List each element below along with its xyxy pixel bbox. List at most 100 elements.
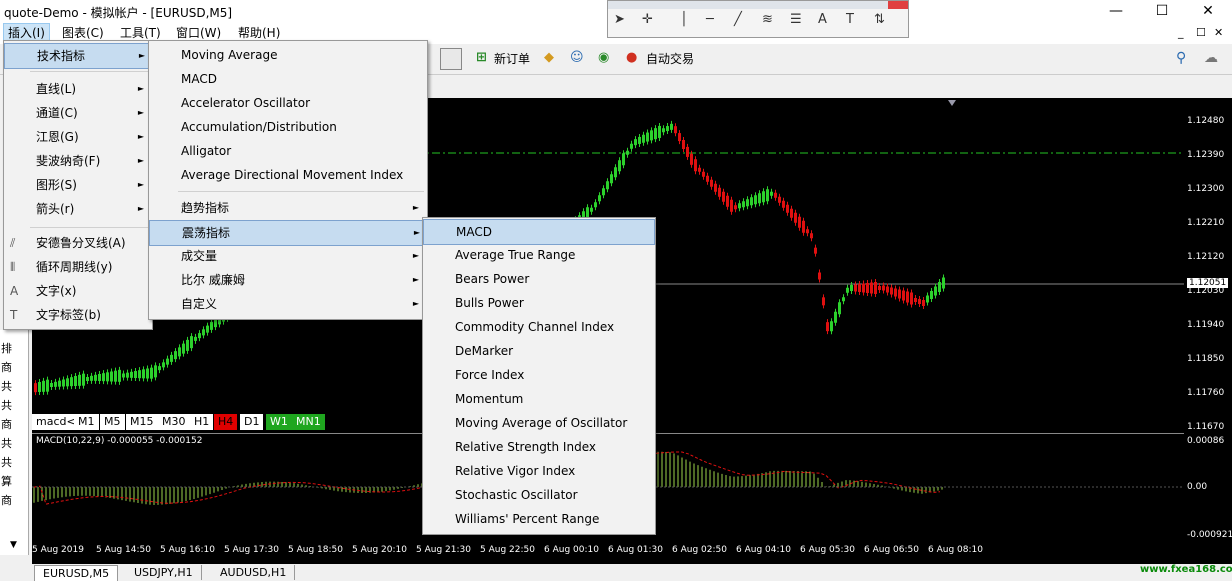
candle-body: [810, 233, 813, 239]
timeframe-d1[interactable]: D1: [240, 414, 264, 430]
arrows-icon[interactable]: ⇅: [874, 12, 885, 27]
price-tick-label: 1.12300: [1187, 184, 1225, 194]
insert-menu-item[interactable]: ⫽ 安德鲁分叉线(A): [4, 231, 150, 255]
zoom-icon[interactable]: [440, 48, 462, 70]
insert-menu-item-label: 箭头(r): [36, 202, 75, 216]
cursor-icon[interactable]: ➤: [614, 12, 625, 27]
drawing-toolbar-grip[interactable]: [608, 1, 908, 9]
navigator-icon[interactable]: ☺: [570, 50, 584, 65]
timeframe-w1[interactable]: W1: [266, 414, 292, 430]
horizontal-line-icon[interactable]: ─: [706, 12, 714, 27]
candle-body: [866, 283, 869, 293]
candle-body: [742, 201, 745, 208]
insert-menu-item[interactable]: ⦀ 循环周期线(y): [4, 255, 150, 279]
time-tick-label: 5 Aug 20:10: [352, 545, 407, 555]
candle-body: [842, 297, 845, 302]
mdi-close-button[interactable]: ✕: [1214, 26, 1223, 39]
candle-body: [618, 160, 621, 172]
insert-menu-item[interactable]: 图形(S) ►: [4, 173, 150, 197]
mdi-minimize-button[interactable]: _: [1178, 26, 1184, 39]
indicator-group-item[interactable]: 成交量 ►: [149, 244, 425, 268]
indicator-item-moving-average[interactable]: Moving Average: [149, 43, 425, 67]
crosshair-icon[interactable]: ✛: [642, 12, 653, 27]
new-order-button[interactable]: 新订单: [494, 50, 530, 67]
indicator-item-macd[interactable]: MACD: [149, 67, 425, 91]
market-watch-icon[interactable]: ◆: [544, 50, 554, 65]
insert-menu-item[interactable]: 技术指标 ►: [4, 43, 152, 69]
tab-eurusd-m5[interactable]: EURUSD,M5: [34, 565, 119, 581]
drawing-toolbar-close[interactable]: [888, 1, 908, 9]
candle-body: [194, 336, 197, 341]
vertical-line-icon[interactable]: │: [680, 12, 688, 27]
oscillator-item-relative-vigor-index[interactable]: Relative Vigor Index: [423, 459, 653, 483]
time-tick-label: 6 Aug 06:50: [864, 545, 919, 555]
oscillator-item-label: Average True Range: [455, 248, 576, 262]
candle-body: [802, 220, 805, 233]
candle-body: [182, 343, 185, 354]
oscillator-item-momentum[interactable]: Momentum: [423, 387, 653, 411]
insert-menu-item[interactable]: A 文字(x): [4, 279, 150, 303]
time-tick-label: 6 Aug 04:10: [736, 545, 791, 555]
candle-body: [66, 378, 69, 387]
timeframe-h4[interactable]: H4: [214, 414, 238, 430]
indicator-item-accelerator-oscillator[interactable]: Accelerator Oscillator: [149, 91, 425, 115]
equidistant-channel-icon[interactable]: ≋: [762, 12, 773, 27]
oscillator-item-williams-percent-range[interactable]: Williams' Percent Range: [423, 507, 653, 531]
oscillator-item-relative-strength-index[interactable]: Relative Strength Index: [423, 435, 653, 459]
minimize-button[interactable]: —: [1093, 0, 1139, 24]
menu-separator: [30, 71, 148, 72]
insert-menu-item[interactable]: T 文字标签(b): [4, 303, 150, 327]
trendline-icon[interactable]: ╱: [734, 12, 742, 27]
insert-menu-item[interactable]: 江恩(G) ►: [4, 125, 150, 149]
oscillator-item-average-true-range[interactable]: Average True Range: [423, 243, 653, 267]
watermark: www.fxea168.com: [1140, 564, 1232, 575]
oscillator-item-demarker[interactable]: DeMarker: [423, 339, 653, 363]
indicator-item-accumulation-distribution[interactable]: Accumulation/Distribution: [149, 115, 425, 139]
oscillator-item-force-index[interactable]: Force Index: [423, 363, 653, 387]
oscillator-item-commodity-channel-index[interactable]: Commodity Channel Index: [423, 315, 653, 339]
indicator-group-item[interactable]: 比尔 威廉姆 ►: [149, 268, 425, 292]
signal-icon[interactable]: ◉: [598, 50, 609, 65]
close-button[interactable]: ✕: [1185, 0, 1231, 24]
candle-body: [770, 191, 773, 196]
timeframe-h1[interactable]: H1: [190, 414, 214, 430]
oscillator-item-moving-average-of-oscillator[interactable]: Moving Average of Oscillator: [423, 411, 653, 435]
maximize-button[interactable]: ☐: [1139, 0, 1185, 24]
timeframe-mn1[interactable]: MN1: [292, 414, 325, 430]
search-icon[interactable]: ⚲: [1176, 50, 1186, 66]
indicator-item-average-directional-movement-index[interactable]: Average Directional Movement Index: [149, 163, 425, 187]
scroll-down-icon[interactable]: ▼: [10, 540, 17, 550]
indicator-group-item[interactable]: 趋势指标 ►: [149, 196, 425, 220]
auto-trade-button[interactable]: 自动交易: [646, 50, 694, 67]
oscillator-item-macd[interactable]: MACD: [423, 219, 655, 245]
indicator-group-item[interactable]: 自定义 ►: [149, 292, 425, 316]
text-icon[interactable]: A: [818, 12, 827, 27]
oscillator-item-stochastic-oscillator[interactable]: Stochastic Oscillator: [423, 483, 653, 507]
timeframe-m1[interactable]: M1: [74, 414, 99, 430]
oscillator-item-bears-power[interactable]: Bears Power: [423, 267, 653, 291]
insert-menu-item-label: 江恩(G): [36, 130, 79, 144]
tab-audusd-h1[interactable]: AUDUSD,H1: [212, 565, 296, 580]
indicator-group-item[interactable]: 震荡指标 ►: [149, 220, 427, 246]
insert-menu-item-label: 安德鲁分叉线(A): [36, 236, 126, 250]
time-tick-label: 6 Aug 08:10: [928, 545, 983, 555]
insert-menu-item[interactable]: 箭头(r) ►: [4, 197, 150, 221]
mdi-restore-button[interactable]: ☐: [1196, 26, 1206, 39]
text-label-icon[interactable]: T: [846, 12, 854, 27]
candle-body: [130, 371, 133, 378]
tab-usdjpy-h1[interactable]: USDJPY,H1: [126, 565, 202, 580]
timeframe-m5[interactable]: M5: [100, 414, 125, 430]
timeframe-m15[interactable]: M15: [126, 414, 158, 430]
chat-icon[interactable]: ☁: [1204, 50, 1218, 66]
indicator-item-alligator[interactable]: Alligator: [149, 139, 425, 163]
oscillator-item-bulls-power[interactable]: Bulls Power: [423, 291, 653, 315]
insert-menu-item[interactable]: 斐波纳奇(F) ►: [4, 149, 150, 173]
insert-menu-item[interactable]: 直线(L) ►: [4, 77, 150, 101]
submenu-arrow-icon: ►: [412, 251, 419, 260]
timeframe-macd[interactable]: macd<: [32, 414, 80, 430]
candle-body: [626, 150, 629, 155]
timeframe-m30[interactable]: M30: [158, 414, 190, 430]
fibonacci-icon[interactable]: ☰: [790, 12, 802, 27]
candle-body: [686, 146, 689, 157]
insert-menu-item[interactable]: 通道(C) ►: [4, 101, 150, 125]
